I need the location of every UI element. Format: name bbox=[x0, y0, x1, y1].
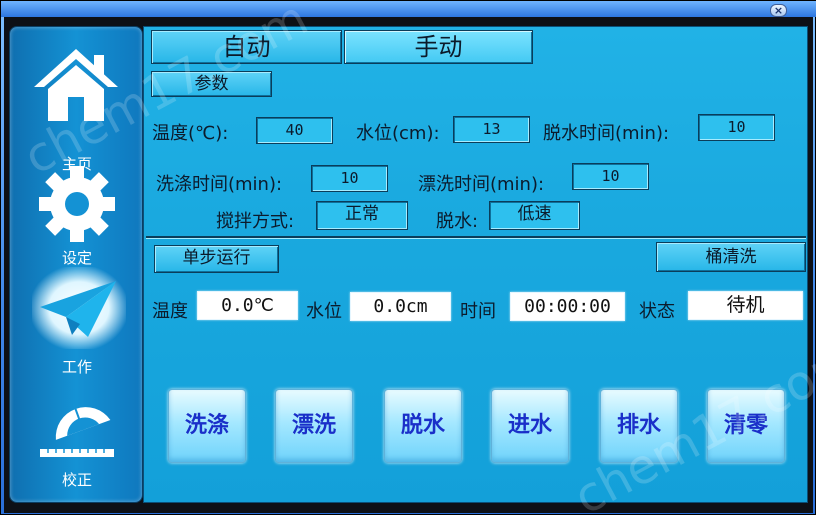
single-step-button[interactable]: 单步运行 bbox=[154, 245, 279, 273]
tab-manual[interactable]: 手动 bbox=[344, 30, 533, 64]
spin-speed-label: 脱水: bbox=[436, 211, 479, 232]
status-temperature-value: 0.0℃ bbox=[197, 291, 298, 320]
tab-auto[interactable]: 自动 bbox=[151, 30, 342, 64]
spin-button[interactable]: 脱水 bbox=[384, 389, 462, 463]
status-temperature-label: 温度 bbox=[152, 301, 188, 322]
water-level-setting-label: 水位(cm): bbox=[356, 123, 440, 144]
drain-button[interactable]: 排水 bbox=[600, 389, 678, 463]
status-time-label: 时间 bbox=[460, 301, 496, 322]
temperature-setting-field[interactable]: 40 bbox=[256, 117, 333, 144]
stir-mode-label: 搅拌方式: bbox=[216, 211, 295, 232]
spin-time-setting-label: 脱水时间(min): bbox=[543, 123, 670, 144]
sidebar-item-settings[interactable]: 设定 bbox=[10, 165, 144, 275]
wash-button[interactable]: 洗涤 bbox=[168, 389, 246, 463]
close-button[interactable]: × bbox=[770, 4, 787, 17]
rinse-button[interactable]: 漂洗 bbox=[275, 389, 353, 463]
title-bar: × bbox=[1, 1, 816, 17]
gear-icon bbox=[39, 166, 115, 242]
status-state-value: 待机 bbox=[688, 291, 803, 320]
sidebar: 主页 设定 工作 校正 bbox=[9, 26, 143, 503]
section-divider bbox=[146, 236, 806, 238]
params-button[interactable]: 参数 bbox=[151, 71, 272, 97]
reset-button[interactable]: 清零 bbox=[707, 389, 785, 463]
wash-time-setting-label: 洗涤时间(min): bbox=[156, 174, 283, 195]
spin-time-setting-field[interactable]: 10 bbox=[698, 114, 775, 141]
protractor-ruler-icon bbox=[40, 403, 114, 457]
home-icon bbox=[34, 49, 118, 121]
sidebar-item-work[interactable]: 工作 bbox=[10, 267, 144, 377]
temperature-setting-label: 温度(℃): bbox=[152, 123, 229, 144]
wash-time-setting-field[interactable]: 10 bbox=[311, 165, 388, 192]
rinse-time-setting-label: 漂洗时间(min): bbox=[418, 174, 545, 195]
status-state-label: 状态 bbox=[639, 301, 675, 322]
status-time-value: 00:00:00 bbox=[510, 292, 625, 321]
status-water-level-label: 水位 bbox=[306, 301, 342, 322]
spin-speed-field[interactable]: 低速 bbox=[489, 201, 580, 230]
stir-mode-field[interactable]: 正常 bbox=[316, 201, 408, 230]
sidebar-item-label: 校正 bbox=[61, 471, 92, 489]
drum-clean-button[interactable]: 桶清洗 bbox=[656, 242, 806, 272]
sidebar-item-home[interactable]: 主页 bbox=[10, 45, 144, 185]
sidebar-item-label: 设定 bbox=[61, 249, 92, 267]
status-water-level-value: 0.0cm bbox=[350, 292, 451, 321]
water-level-setting-field[interactable]: 13 bbox=[453, 116, 530, 143]
water-in-button[interactable]: 进水 bbox=[491, 389, 569, 463]
paper-plane-icon bbox=[40, 281, 116, 337]
rinse-time-setting-field[interactable]: 10 bbox=[572, 163, 649, 190]
sidebar-item-calibrate[interactable]: 校正 bbox=[10, 387, 144, 497]
sidebar-item-label: 工作 bbox=[61, 358, 92, 376]
